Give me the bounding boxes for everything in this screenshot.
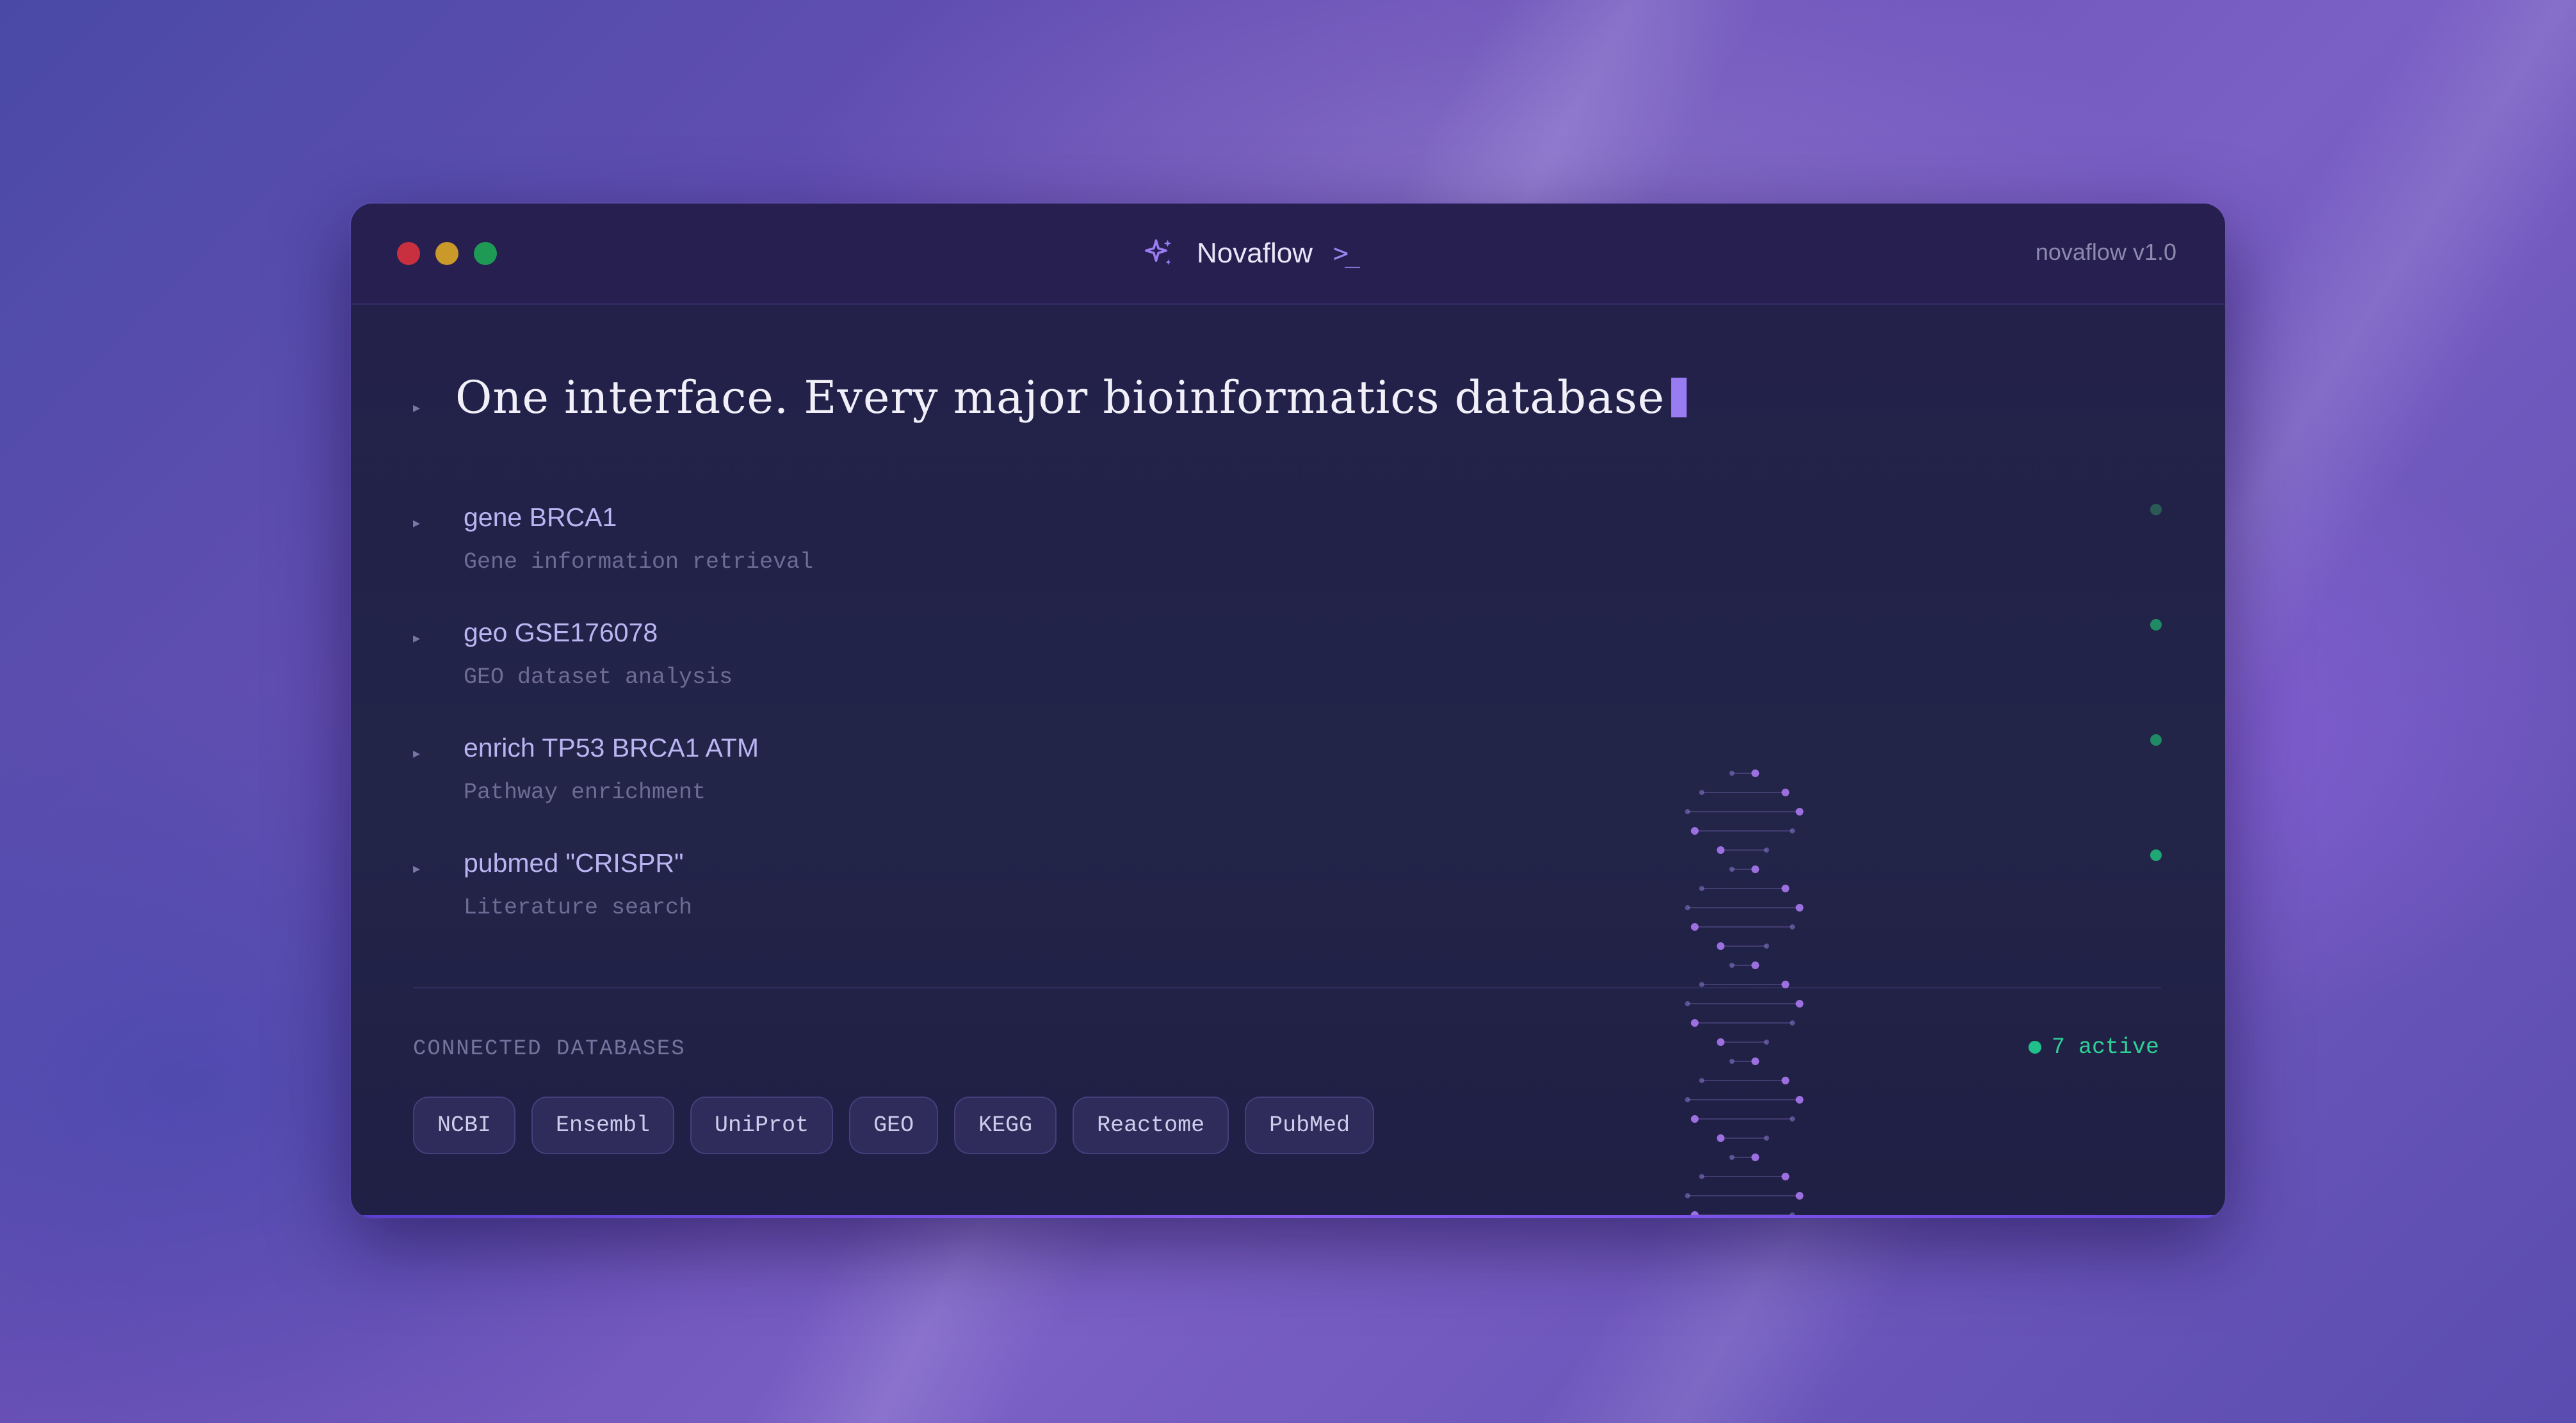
helix-node: [1781, 885, 1790, 892]
active-count-text: 7 active: [2051, 1034, 2159, 1060]
caret-right-icon: ▸: [413, 631, 421, 647]
headline-text: One interface. Every major bioinformatic…: [455, 371, 1665, 424]
connected-databases-label: CONNECTED DATABASES: [413, 1037, 686, 1061]
window-title-group: Novaflow >_: [1142, 230, 1360, 277]
helix-node: [1751, 769, 1760, 777]
command-text[interactable]: gene BRCA1: [464, 502, 617, 533]
helix-node: [1699, 886, 1705, 891]
database-chip-uniprot[interactable]: UniProt: [690, 1097, 834, 1154]
active-status-dot: [2028, 1041, 2041, 1054]
helix-node: [1751, 1154, 1760, 1161]
terminal-prompt-icon: >_: [1333, 239, 1360, 268]
helix-node: [1729, 1059, 1735, 1064]
status-dot: [2150, 734, 2162, 746]
text-cursor: [1671, 378, 1687, 417]
helix-node: [1729, 771, 1735, 776]
helix-node: [1699, 982, 1705, 987]
section-divider: [413, 987, 2161, 988]
helix-node: [1685, 809, 1690, 814]
helix-node: [1690, 1115, 1699, 1123]
helix-node: [1763, 1136, 1769, 1141]
command-text[interactable]: geo GSE176078: [464, 618, 658, 648]
helix-node: [1729, 867, 1735, 872]
helix-node: [1717, 942, 1725, 950]
helix-node: [1699, 1174, 1705, 1179]
active-count-badge: 7 active: [2028, 1034, 2159, 1060]
helix-node: [1795, 808, 1804, 816]
helix-node: [1751, 865, 1760, 873]
helix-node: [1790, 828, 1795, 833]
app-title: Novaflow: [1197, 237, 1313, 269]
helix-node: [1790, 1116, 1795, 1122]
status-dot: [2150, 619, 2162, 631]
helix-node: [1763, 1040, 1769, 1045]
helix-node: [1781, 789, 1790, 796]
caret-right-icon: ▸: [413, 515, 421, 531]
app-window: Novaflow >_ novaflow v1.0 ▸ One interfac…: [351, 204, 2225, 1218]
helix-node: [1763, 944, 1769, 949]
helix-node: [1690, 827, 1699, 835]
helix-node: [1685, 1097, 1690, 1102]
caret-right-icon: ▸: [413, 746, 421, 762]
helix-node: [1685, 905, 1690, 910]
command-description: Literature search: [464, 895, 693, 921]
helix-node: [1781, 1173, 1790, 1180]
helix-node: [1717, 1038, 1725, 1046]
command-text[interactable]: enrich TP53 BRCA1 ATM: [464, 733, 759, 763]
helix-node: [1751, 961, 1760, 969]
caret-right-icon: ▸: [413, 861, 421, 877]
helix-node: [1717, 1134, 1725, 1142]
command-description: Pathway enrichment: [464, 780, 706, 805]
helix-node: [1717, 846, 1725, 854]
helix-node: [1690, 1019, 1699, 1027]
database-chip-list: NCBI Ensembl UniProt GEO KEGG Reactome P…: [413, 1097, 1390, 1154]
helix-node: [1729, 963, 1735, 968]
helix-node: [1690, 923, 1699, 931]
sparkle-icon: [1144, 239, 1172, 265]
title-bar: Novaflow >_ novaflow v1.0: [351, 204, 2225, 305]
helix-node: [1699, 1078, 1705, 1083]
helix-node: [1795, 904, 1804, 912]
helix-node: [1685, 1193, 1690, 1198]
helix-node: [1795, 1192, 1804, 1200]
command-description: Gene information retrieval: [464, 549, 814, 575]
database-chip-pubmed[interactable]: PubMed: [1245, 1097, 1375, 1154]
database-chip-geo[interactable]: GEO: [849, 1097, 939, 1154]
status-dot: [2150, 849, 2162, 861]
command-text[interactable]: pubmed "CRISPR": [464, 848, 684, 878]
database-chip-ensembl[interactable]: Ensembl: [531, 1097, 675, 1154]
helix-node: [1763, 848, 1769, 853]
helix-node: [1795, 1000, 1804, 1008]
helix-node: [1781, 1077, 1790, 1084]
window-accent-line: [351, 1215, 2225, 1218]
helix-node: [1685, 1001, 1690, 1006]
caret-right-icon: ▸: [413, 400, 421, 416]
maximize-window-button[interactable]: [474, 242, 497, 265]
helix-node: [1751, 1057, 1760, 1065]
database-chip-kegg[interactable]: KEGG: [954, 1097, 1057, 1154]
helix-node: [1790, 1020, 1795, 1025]
dna-helix-graphic: [1685, 769, 1804, 1218]
close-window-button[interactable]: [397, 242, 420, 265]
helix-node: [1795, 1096, 1804, 1104]
version-label: novaflow v1.0: [2035, 239, 2176, 265]
helix-node: [1729, 1155, 1735, 1160]
status-dot: [2150, 504, 2162, 515]
command-description: GEO dataset analysis: [464, 664, 733, 690]
database-chip-reactome[interactable]: Reactome: [1073, 1097, 1229, 1154]
database-chip-ncbi[interactable]: NCBI: [413, 1097, 516, 1154]
minimize-window-button[interactable]: [435, 242, 458, 265]
page-headline: One interface. Every major bioinformatic…: [455, 371, 1687, 424]
helix-node: [1699, 790, 1705, 795]
helix-node: [1790, 924, 1795, 929]
